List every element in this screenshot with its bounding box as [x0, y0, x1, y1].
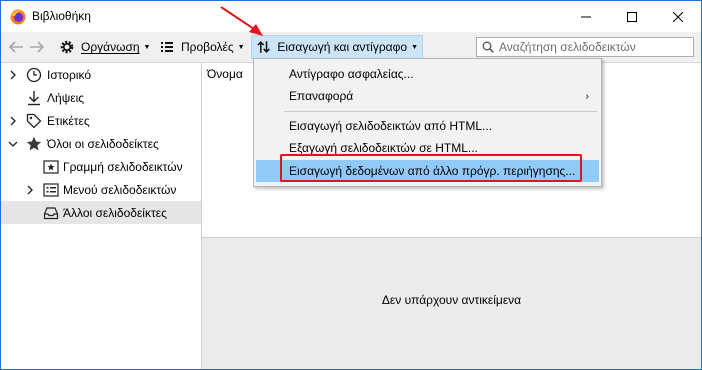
- maximize-button[interactable]: [609, 1, 655, 32]
- sidebar-item-tags[interactable]: Ετικέτες: [1, 109, 201, 132]
- import-label: Εισαγωγή και αντίγραφο: [277, 40, 408, 54]
- import-caret-icon: ▼: [411, 43, 418, 51]
- chevron-right-icon[interactable]: [8, 70, 18, 80]
- views-label: Προβολές: [181, 40, 234, 54]
- chevron-right-icon[interactable]: [8, 116, 18, 126]
- import-and-backup-button[interactable]: Εισαγωγή και αντίγραφο ▼: [251, 35, 423, 59]
- menu-item-import-html[interactable]: Εισαγωγή σελιδοδεικτών από HTML...: [256, 115, 599, 137]
- sidebar-item-label: Γραμμή σελιδοδεικτών: [63, 159, 183, 174]
- star-icon: [26, 136, 42, 150]
- search-input[interactable]: [499, 40, 689, 54]
- other-bookmarks-icon: [43, 206, 59, 219]
- import-export-arrows-icon: [257, 41, 270, 53]
- chevron-down-icon[interactable]: [8, 139, 18, 149]
- sidebar-item-label: Όλοι οι σελιδοδείκτες: [47, 136, 159, 151]
- sidebar-item-downloads[interactable]: Λήψεις: [1, 86, 201, 109]
- organize-caret-icon: ▼: [143, 43, 151, 51]
- sidebar-item-bookmarks-menu[interactable]: Μενού σελιδοδεικτών: [1, 178, 201, 201]
- menu-item-label: Επαναφορά: [289, 89, 354, 103]
- sidebar-item-label: Άλλοι σελιδοδείκτες: [63, 205, 167, 220]
- minimize-icon: [581, 16, 591, 17]
- annotation-highlight-box: [280, 154, 582, 182]
- menu-item-backup[interactable]: Αντίγραφο ασφαλείας...: [256, 63, 599, 85]
- close-button[interactable]: [655, 1, 701, 32]
- annotation-arrow-icon: [220, 6, 263, 36]
- clock-icon: [26, 67, 42, 82]
- forward-arrow-icon[interactable]: [28, 38, 46, 56]
- submenu-arrow-icon: ›: [585, 90, 589, 102]
- library-window: Βιβλιοθήκη Οργάνωση ▼ Προβολές ▼ Εισαγωγ…: [0, 0, 702, 370]
- sidebar-item-label: Ετικέτες: [47, 113, 90, 128]
- title-bar: Βιβλιοθήκη: [1, 1, 701, 32]
- sidebar-item-history[interactable]: Ιστορικό: [1, 63, 201, 86]
- list-view-icon: [161, 42, 173, 52]
- sidebar-item-label: Ιστορικό: [47, 67, 92, 82]
- views-caret-icon: ▼: [237, 43, 245, 51]
- back-arrow-icon[interactable]: [7, 38, 25, 56]
- bookmarks-toolbar-icon: [43, 159, 59, 174]
- close-icon: [673, 11, 683, 22]
- chevron-right-icon[interactable]: [25, 185, 35, 195]
- bookmarks-menu-icon: [43, 182, 59, 197]
- organize-label: Οργάνωση: [81, 40, 140, 54]
- download-icon: [28, 90, 40, 105]
- window-title: Βιβλιοθήκη: [32, 9, 91, 23]
- search-icon: [482, 41, 494, 53]
- column-header-name[interactable]: Όνομα: [207, 67, 243, 81]
- empty-message: Δεν υπάρχουν αντικείμενα: [381, 293, 522, 307]
- details-pane: Δεν υπάρχουν αντικείμενα: [202, 237, 701, 369]
- firefox-icon: [10, 9, 26, 25]
- menu-separator: [284, 111, 597, 112]
- minimize-button[interactable]: [563, 1, 609, 32]
- maximize-icon: [627, 11, 637, 22]
- sidebar-item-bookmarks-toolbar[interactable]: Γραμμή σελιδοδεικτών: [1, 155, 201, 178]
- menu-item-restore[interactable]: Επαναφορά ›: [256, 85, 599, 107]
- organize-button[interactable]: Οργάνωση ▼: [55, 35, 154, 59]
- tag-icon: [26, 113, 42, 128]
- menu-item-label: Αντίγραφο ασφαλείας...: [289, 67, 414, 81]
- sidebar-item-label: Λήψεις: [47, 90, 85, 105]
- menu-item-label: Εισαγωγή σελιδοδεικτών από HTML...: [289, 119, 493, 133]
- gear-icon: [60, 40, 74, 54]
- menu-item-label: Εξαγωγή σελιδοδεικτών σε HTML...: [289, 141, 478, 155]
- sidebar-tree: Ιστορικό Λήψεις Ετικέτες Όλοι οι σελιδοδ…: [1, 63, 202, 369]
- sidebar-item-all-bookmarks[interactable]: Όλοι οι σελιδοδείκτες: [1, 132, 201, 155]
- sidebar-item-other-bookmarks[interactable]: Άλλοι σελιδοδείκτες: [1, 201, 201, 224]
- sidebar-item-label: Μενού σελιδοδεικτών: [63, 182, 177, 197]
- search-box[interactable]: [476, 37, 694, 57]
